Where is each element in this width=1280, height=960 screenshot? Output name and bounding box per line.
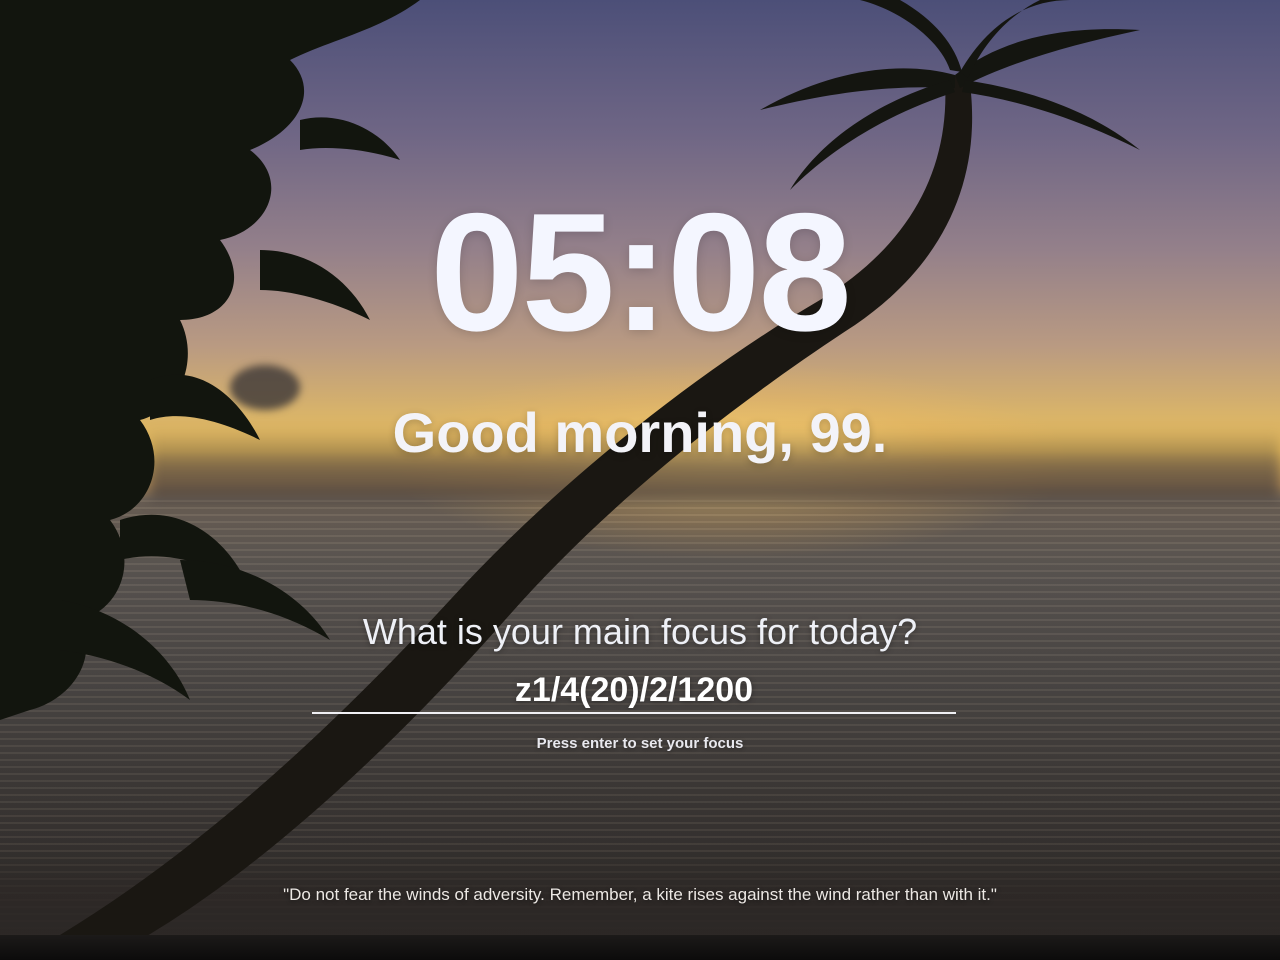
focus-input-container xyxy=(312,668,956,716)
focus-hint: Press enter to set your focus xyxy=(536,735,744,752)
monitor-bezel xyxy=(0,935,1280,960)
greeting-text: Good morning, 99. xyxy=(392,401,888,464)
clock-time: 05:08 xyxy=(430,178,852,366)
focus-input[interactable] xyxy=(312,668,956,714)
left-tree-foliage xyxy=(0,0,420,720)
daily-quote[interactable]: "Do not fear the winds of adversity. Rem… xyxy=(0,886,1280,903)
background-photo: 05:08 Good morning, 99. What is your mai… xyxy=(0,0,1280,960)
focus-question: What is your main focus for today? xyxy=(362,611,918,652)
palm-tree-silhouettes xyxy=(0,0,1140,940)
